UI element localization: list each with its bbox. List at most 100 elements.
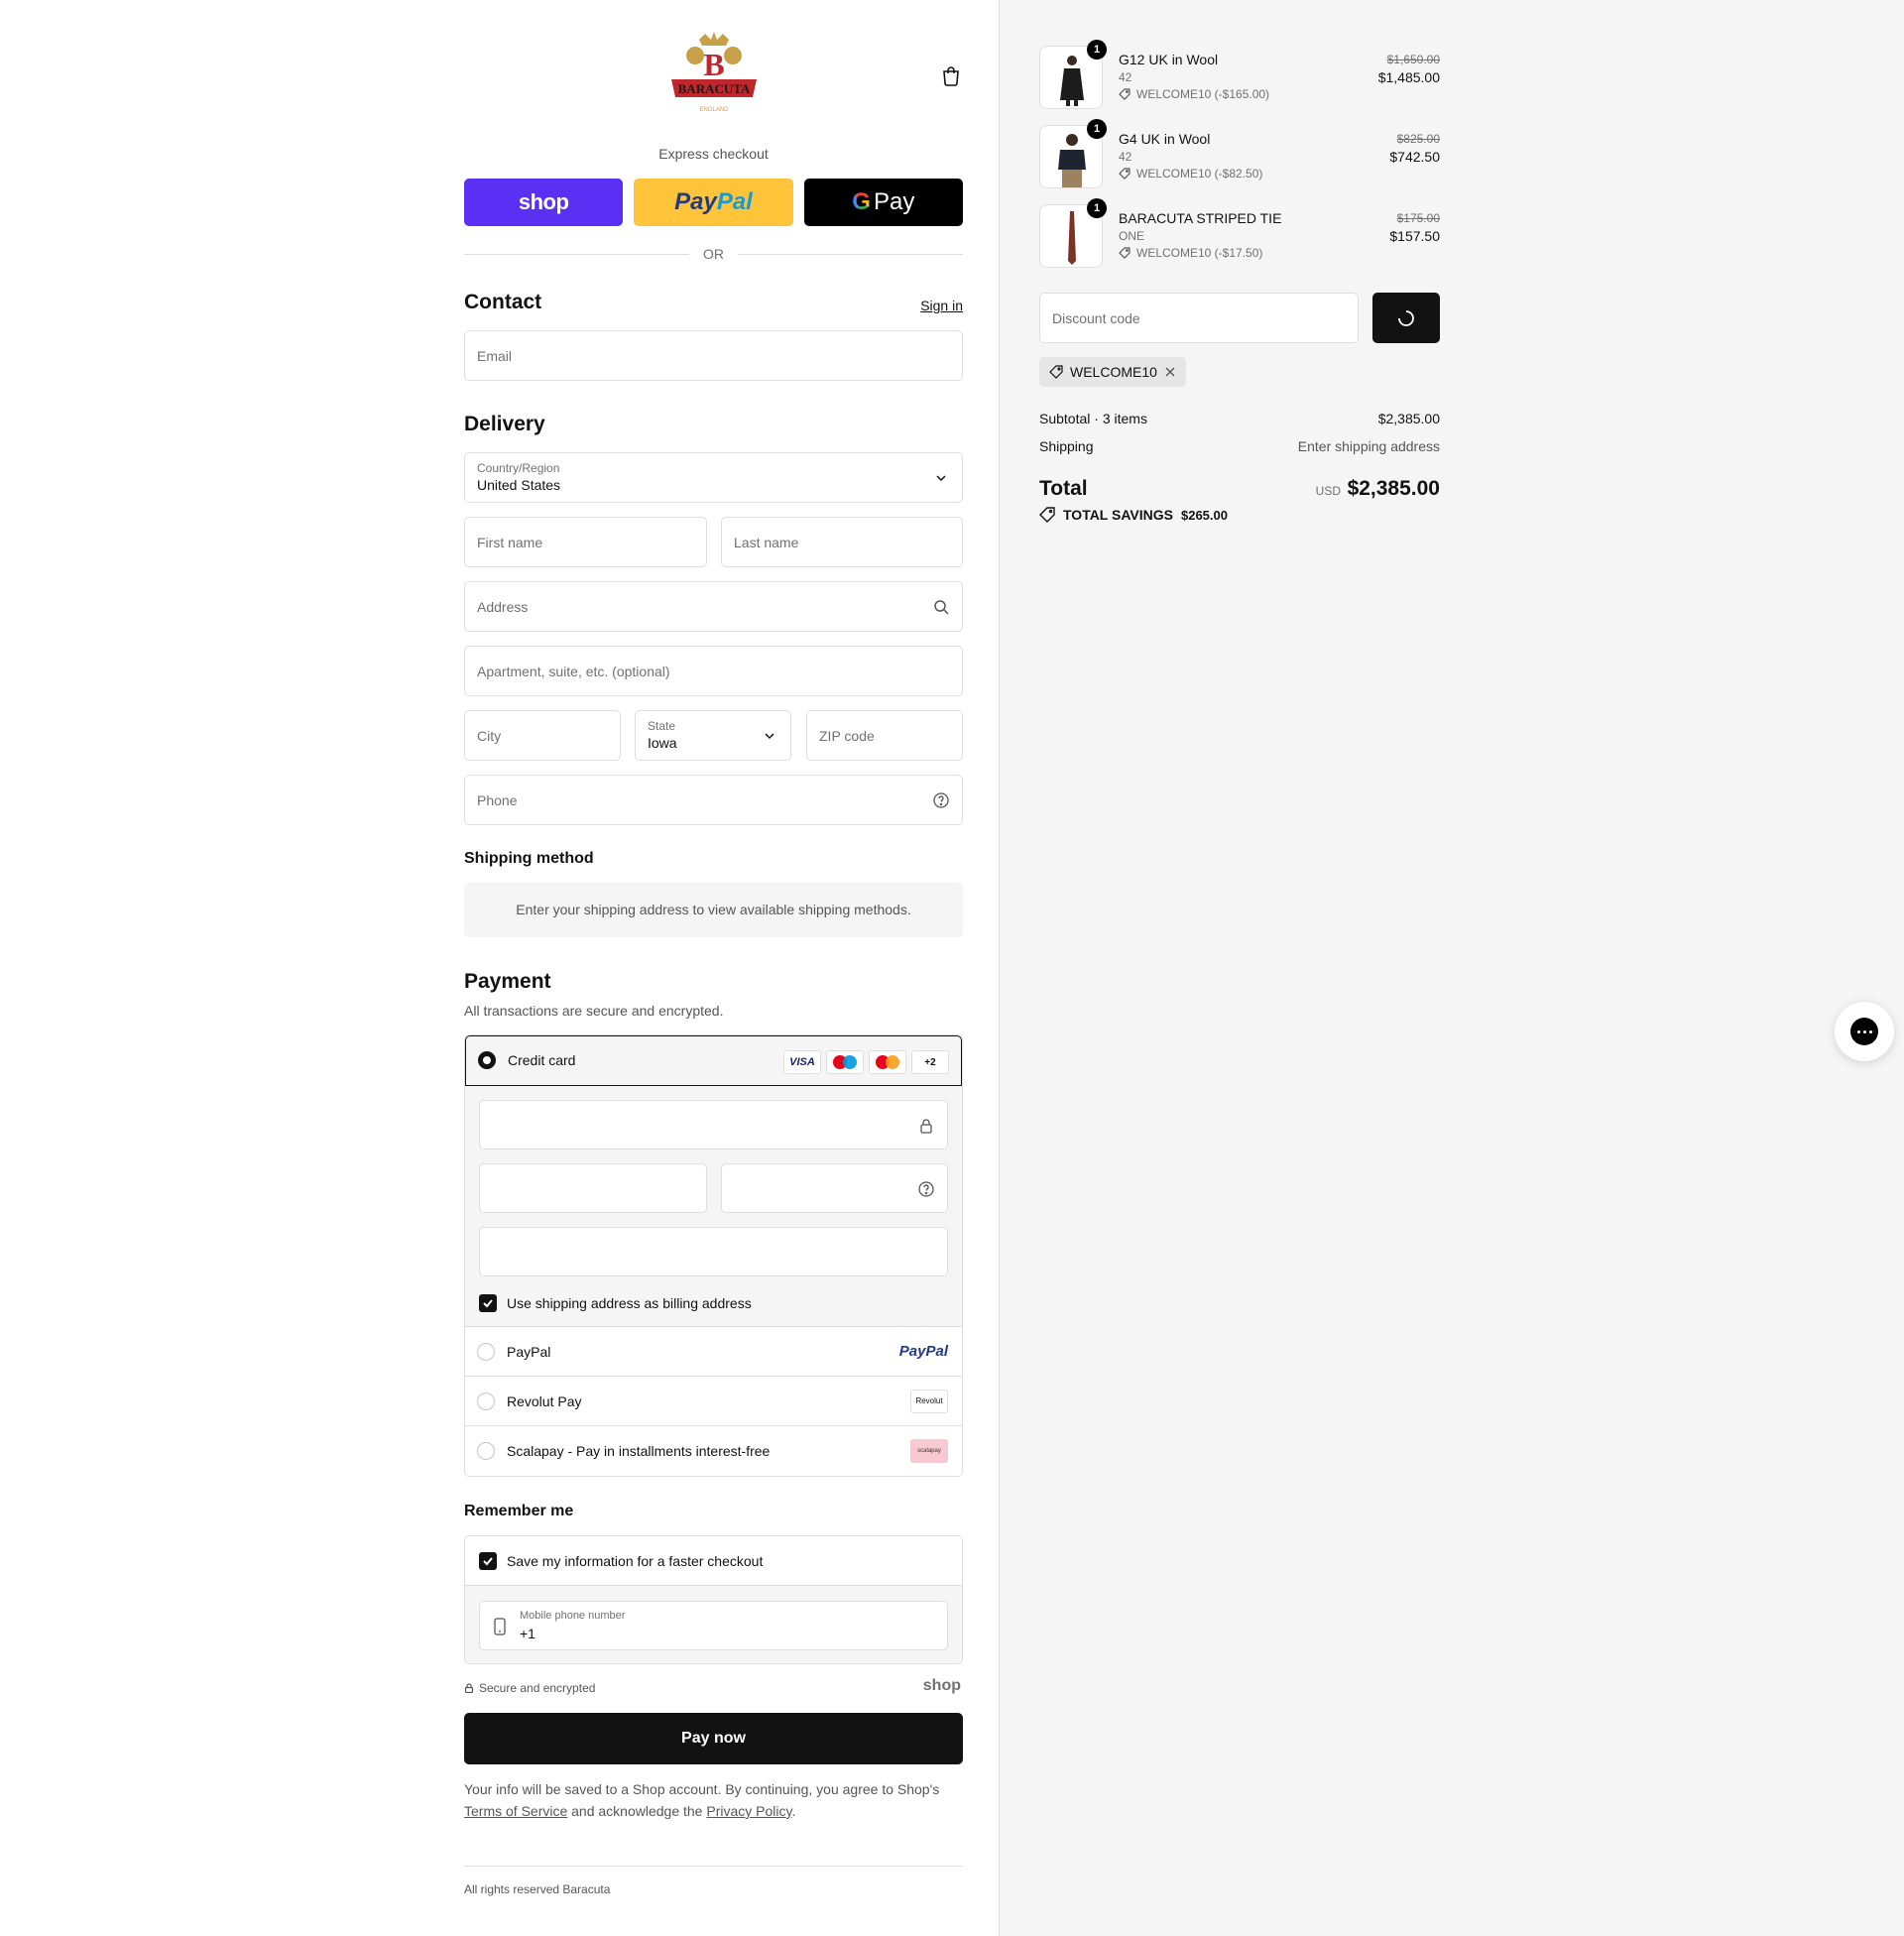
total-row: Total USD $2,385.00 [1039,475,1440,501]
item-original-price: $175.00 [1396,211,1440,225]
shipping-method-info: Enter your shipping address to view avai… [464,883,963,937]
quantity-badge: 1 [1087,40,1107,60]
shipping-value: Enter shipping address [1297,438,1440,454]
chevron-down-icon [765,733,774,740]
legal-text-1: Your info will be saved to a Shop accoun… [464,1781,940,1797]
cart-icon[interactable] [939,63,963,87]
google-pay-button[interactable]: G Pay [803,179,963,226]
item-price: $742.50 [1389,149,1440,165]
mobile-phone-field[interactable]: Mobile phone number +1 [479,1601,948,1650]
discount-code-field[interactable]: Discount code [1039,293,1359,343]
express-checkout-buttons: shop Pay Pal G Pay [464,179,963,226]
item-price: $1,485.00 [1377,69,1440,85]
state-label: State [648,719,676,733]
terms-of-service-link[interactable]: Terms of Service [464,1803,567,1819]
mobile-section: Mobile phone number +1 [465,1585,962,1663]
revolut-option[interactable]: Revolut Pay Revolut [465,1376,962,1425]
country-select[interactable]: Country/Region United States [464,452,963,503]
brand-logo[interactable]: B BARACUTA ENGLAND [669,32,759,115]
state-select[interactable]: State Iowa [635,710,791,761]
address-placeholder: Address [477,599,529,615]
card-name-field[interactable] [479,1227,948,1276]
item-name: G12 UK in Wool [1119,52,1219,67]
first-name-placeholder: First name [477,535,543,550]
revolut-radio[interactable] [477,1392,495,1410]
zip-field[interactable]: ZIP code [806,710,963,761]
secure-row: Secure and encrypted shop [464,1677,963,1699]
legal-text: Your info will be saved to a Shop accoun… [464,1778,963,1822]
chat-button[interactable] [1835,1002,1894,1061]
express-checkout-label: Express checkout [658,146,769,162]
applied-discount-code: WELCOME10 [1070,364,1157,380]
subtotal-label: Subtotal · 3 items [1039,411,1147,426]
item-discount-label: WELCOME10 (-$17.50) [1136,246,1263,260]
privacy-policy-link[interactable]: Privacy Policy [706,1803,791,1819]
svg-text:ENGLAND: ENGLAND [699,107,729,113]
item-variant: ONE [1119,229,1145,243]
paypal-button[interactable]: Pay Pal [634,179,793,226]
legal-text-3: . [791,1803,796,1819]
item-name: BARACUTA STRIPED TIE [1119,210,1282,226]
item-discount: WELCOME10 (-$82.50) [1119,167,1262,181]
shipping-method-title: Shipping method [464,850,594,867]
credit-card-radio[interactable] [478,1051,496,1069]
check-icon [483,1557,493,1566]
card-expiry-field[interactable] [479,1163,707,1213]
more-cards-badge: +2 [911,1050,949,1074]
card-cvv-field[interactable] [721,1163,948,1213]
subtotal-value: $2,385.00 [1377,411,1440,426]
credit-card-form: Use shipping address as billing address [465,1086,962,1326]
paypal-logo-part2: Pal [716,188,753,215]
help-icon[interactable] [932,791,950,809]
legal-text-2: and acknowledge the [571,1803,703,1819]
total-currency: USD [1315,484,1341,498]
quantity-badge: 1 [1087,198,1107,218]
lock-icon [920,1119,932,1134]
help-icon[interactable] [917,1180,935,1198]
last-name-field[interactable]: Last name [721,517,963,567]
state-value: Iowa [648,735,677,751]
item-discount: WELCOME10 (-$17.50) [1119,246,1262,260]
shop-pay-button[interactable]: shop [464,179,624,226]
savings-label: TOTAL SAVINGS [1063,507,1173,523]
google-pay-label: Pay [873,188,915,215]
scalapay-radio[interactable] [477,1442,495,1460]
sign-in-link[interactable]: Sign in [892,298,963,313]
credit-card-option[interactable]: Credit card VISA +2 [465,1035,962,1086]
tag-icon [1039,507,1055,523]
check-icon [483,1299,493,1308]
credit-card-label: Credit card [508,1052,576,1068]
discount-placeholder: Discount code [1052,310,1140,326]
pay-now-button[interactable]: Pay now [464,1713,963,1764]
order-item: 1 G12 UK in Wool 42 WELCOME10 (-$165.00)… [1039,40,1440,111]
phone-field[interactable]: Phone [464,775,963,825]
apply-discount-button[interactable] [1372,293,1440,343]
paypal-option[interactable]: PayPal PayPal [465,1326,962,1376]
email-placeholder: Email [477,348,513,364]
city-field[interactable]: City [464,710,621,761]
paypal-option-label: PayPal [507,1344,551,1360]
apartment-placeholder: Apartment, suite, etc. (optional) [477,664,670,679]
close-icon[interactable] [1164,366,1176,378]
search-icon [934,600,949,615]
revolut-option-label: Revolut Pay [507,1393,582,1409]
paypal-radio[interactable] [477,1343,495,1361]
first-name-field[interactable]: First name [464,517,707,567]
billing-checkbox[interactable] [479,1294,497,1312]
tag-icon [1119,88,1130,100]
email-field[interactable]: Email [464,330,963,381]
order-item: 1 BARACUTA STRIPED TIE ONE WELCOME10 (-$… [1039,198,1440,270]
city-placeholder: City [477,728,502,744]
spinner-icon [1398,309,1414,326]
address-field[interactable]: Address [464,581,963,632]
quantity-badge: 1 [1087,119,1107,139]
total-label: Total [1039,477,1088,500]
maestro-icon [826,1050,864,1074]
footer-divider [464,1866,963,1867]
card-number-field[interactable] [479,1100,948,1150]
shop-logo: shop [922,1677,961,1694]
apartment-field[interactable]: Apartment, suite, etc. (optional) [464,646,963,696]
save-info-checkbox[interactable] [479,1552,497,1570]
country-value: United States [477,477,561,493]
scalapay-option[interactable]: Scalapay - Pay in installments interest-… [465,1425,962,1476]
